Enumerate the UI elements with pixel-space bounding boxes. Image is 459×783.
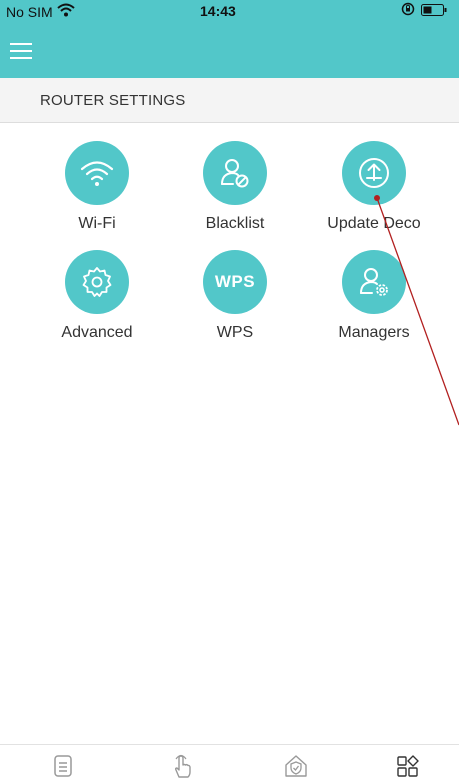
tab-homeshield[interactable] [281, 753, 311, 779]
status-bar: No SIM 14:43 [0, 0, 459, 22]
tab-more[interactable] [393, 753, 423, 779]
user-block-icon [203, 141, 267, 205]
tab-overview[interactable] [48, 753, 78, 779]
tile-label-advanced: Advanced [61, 324, 133, 341]
tile-update-deco[interactable]: Update Deco [304, 141, 444, 233]
section-title: ROUTER SETTINGS [40, 92, 186, 109]
grid-more-icon [397, 755, 419, 777]
hamburger-icon [10, 43, 32, 59]
home-shield-icon [285, 755, 307, 777]
tile-label-managers: Managers [338, 324, 410, 341]
tile-advanced[interactable]: Advanced [27, 250, 167, 342]
status-right [401, 2, 447, 19]
tile-wps[interactable]: WPS WPS [165, 250, 305, 342]
battery-icon [421, 3, 447, 19]
wps-icon: WPS [203, 250, 267, 314]
tile-label-blacklist: Blacklist [205, 215, 265, 232]
gear-icon [65, 250, 129, 314]
tap-hand-icon [174, 754, 191, 778]
app-header: No SIM 14:43 [0, 0, 459, 78]
tile-wifi[interactable]: Wi-Fi [27, 141, 167, 233]
hamburger-menu-button[interactable] [10, 40, 34, 62]
user-gear-icon [342, 250, 406, 314]
carrier-label: No SIM [6, 3, 53, 20]
section-header: ROUTER SETTINGS [0, 78, 459, 123]
carrier-status: No SIM [6, 3, 75, 20]
wifi-signal-icon [57, 3, 75, 20]
tab-automation[interactable] [167, 753, 197, 779]
wifi-icon [65, 141, 129, 205]
upload-icon [342, 141, 406, 205]
tile-label-update-deco: Update Deco [327, 215, 421, 232]
wps-icon-text: WPS [214, 272, 256, 291]
status-time: 14:43 [200, 3, 236, 19]
orientation-lock-icon [401, 2, 415, 19]
tile-label-wps: WPS [216, 324, 254, 341]
tile-managers[interactable]: Managers [304, 250, 444, 342]
bottom-tab-bar [0, 745, 459, 783]
list-icon [54, 755, 72, 777]
tile-blacklist[interactable]: Blacklist [165, 141, 305, 233]
tile-label-wifi: Wi-Fi [78, 215, 116, 232]
